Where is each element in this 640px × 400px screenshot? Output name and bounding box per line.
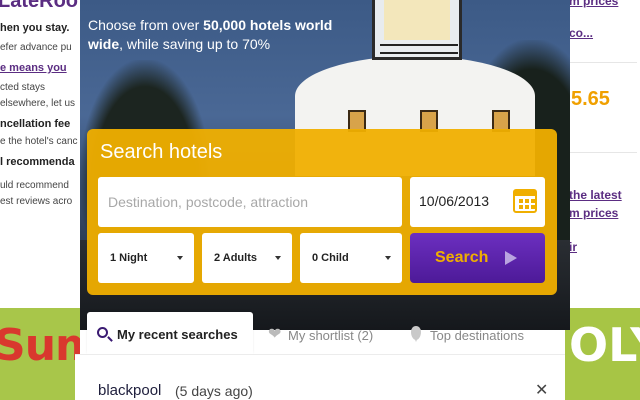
bg-text-line: cted stays xyxy=(0,82,46,93)
chevron-down-icon xyxy=(177,256,183,260)
heart-icon: ❤ xyxy=(268,326,282,343)
search-panel-title: Search hotels xyxy=(100,141,223,163)
bg-text-line: est reviews acro xyxy=(0,196,73,207)
tab-top-destinations[interactable]: Top destinations xyxy=(409,312,524,354)
tab-label: My shortlist (2) xyxy=(288,328,374,343)
background-right-column: m prices co... 5.65 the latest m prices … xyxy=(565,0,640,310)
bg-price: 5.65 xyxy=(571,88,610,110)
nights-value: 1 Night xyxy=(110,252,148,264)
search-button-label: Search xyxy=(435,249,489,266)
divider xyxy=(567,152,637,153)
promo-banner-right[interactable]: OLY xyxy=(565,308,640,400)
bg-text-line: l recommenda xyxy=(0,156,75,168)
bg-link[interactable]: m prices xyxy=(569,0,618,8)
page: LateRoo hen you stay. efer advance pu e … xyxy=(0,0,640,400)
calendar-icon[interactable] xyxy=(513,189,537,213)
adults-select[interactable]: 2 Adults xyxy=(202,233,292,283)
recent-search-place[interactable]: blackpool xyxy=(98,382,161,399)
banner-text: Sum xyxy=(0,320,80,371)
children-value: 0 Child xyxy=(312,252,349,264)
tagline-prefix: Choose from over xyxy=(88,17,204,33)
search-button[interactable]: Search xyxy=(410,233,545,283)
hero-tagline: Choose from over 50,000 hotels world wid… xyxy=(88,16,348,54)
banner-text: OLY xyxy=(569,318,640,372)
search-icon xyxy=(97,327,108,338)
tagline-suffix: , while saving up to 70% xyxy=(119,36,271,52)
tab-recent-searches[interactable]: My recent searches xyxy=(87,312,253,354)
recent-search-age: (5 days ago) xyxy=(175,383,253,399)
close-icon[interactable]: ✕ xyxy=(535,380,548,400)
bg-link[interactable]: ir xyxy=(569,240,577,254)
site-logo: LateRoo xyxy=(0,0,78,12)
background-left-column: LateRoo hen you stay. efer advance pu e … xyxy=(0,0,80,310)
bg-text-line: ncellation fee xyxy=(0,118,71,130)
recent-searches-list: blackpool (5 days ago) ✕ xyxy=(75,354,565,400)
tab-label: Top destinations xyxy=(430,328,524,343)
map-pin-icon xyxy=(411,326,421,342)
search-panel: Search hotels Destination, postcode, att… xyxy=(87,129,557,295)
adults-value: 2 Adults xyxy=(214,252,257,264)
bg-text-line: e the hotel's canc xyxy=(0,136,78,147)
bg-text-line: uld recommend xyxy=(0,180,69,191)
chevron-down-icon xyxy=(275,256,281,260)
tab-shortlist[interactable]: ❤ My shortlist (2) xyxy=(268,312,373,354)
bg-link[interactable]: co... xyxy=(569,26,593,40)
lighthouse-balcony xyxy=(380,44,458,54)
promo-banner-left[interactable]: Sum xyxy=(0,308,80,400)
checkin-date-value: 10/06/2013 xyxy=(419,193,490,209)
bg-link-line[interactable]: e means you xyxy=(0,62,67,74)
bg-link[interactable]: the latest xyxy=(569,188,622,202)
play-arrow-icon xyxy=(505,251,517,265)
nights-select[interactable]: 1 Night xyxy=(98,233,194,283)
bg-link[interactable]: m prices xyxy=(569,206,618,220)
bg-text-line: elsewhere, let us xyxy=(0,98,76,109)
bg-text-line: hen you stay. xyxy=(0,22,70,34)
destination-input[interactable]: Destination, postcode, attraction xyxy=(98,177,402,227)
checkin-date-input[interactable]: 10/06/2013 xyxy=(410,177,545,227)
chevron-down-icon xyxy=(385,256,391,260)
bg-text-line: efer advance pu xyxy=(0,42,72,53)
children-select[interactable]: 0 Child xyxy=(300,233,402,283)
divider xyxy=(567,62,637,63)
tab-label: My recent searches xyxy=(117,327,238,342)
lighthouse-lamp xyxy=(384,0,450,40)
